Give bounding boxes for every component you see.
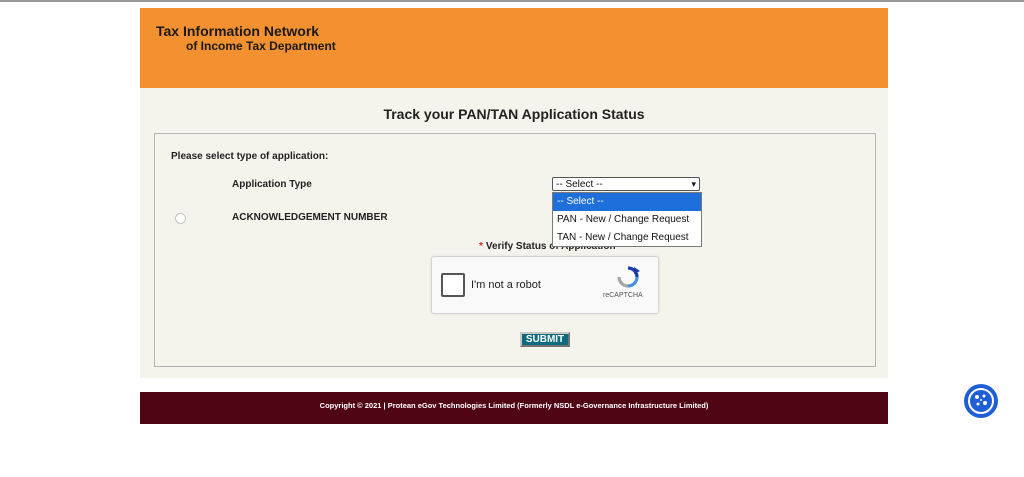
application-type-value: -- Select --	[556, 179, 603, 190]
select-prompt: Please select type of application:	[171, 151, 329, 162]
acknowledgement-label: ACKNOWLEDGEMENT NUMBER	[232, 212, 388, 223]
acknowledgement-radio[interactable]	[175, 213, 186, 224]
captcha-label: I'm not a robot	[471, 279, 541, 291]
captcha-brand: reCAPTCHA	[603, 292, 643, 299]
cookie-icon	[968, 388, 994, 414]
dropdown-option-tan[interactable]: TAN - New / Change Request	[553, 229, 701, 247]
dropdown-option-pan[interactable]: PAN - New / Change Request	[553, 211, 701, 229]
cookie-settings-button[interactable]	[964, 384, 998, 418]
recaptcha-widget: I'm not a robot reCAPTCHA	[431, 256, 659, 314]
page-title: Track your PAN/TAN Application Status	[383, 106, 645, 122]
dropdown-option-select[interactable]: -- Select --	[553, 193, 701, 211]
top-border	[0, 0, 1024, 2]
brand-subtitle: of Income Tax Department	[186, 39, 336, 53]
status-form: Please select type of application: Appli…	[154, 133, 876, 367]
page-container: Tax Information Network of Income Tax De…	[140, 8, 888, 378]
submit-button[interactable]: SUBMIT	[520, 332, 570, 347]
application-type-select[interactable]: -- Select -- ▾	[552, 177, 700, 191]
recaptcha-logo-icon	[617, 266, 640, 288]
main-content: Track your PAN/TAN Application Status Pl…	[140, 88, 888, 378]
captcha-checkbox[interactable]	[441, 273, 465, 297]
application-type-dropdown: -- Select -- PAN - New / Change Request …	[552, 192, 702, 247]
brand-title: Tax Information Network	[156, 23, 320, 39]
site-footer: Copyright © 2021 | Protean eGov Technolo…	[140, 392, 888, 424]
chevron-down-icon: ▾	[691, 179, 696, 189]
application-type-label: Application Type	[232, 179, 312, 190]
required-star: *	[479, 241, 483, 252]
site-header: Tax Information Network of Income Tax De…	[140, 8, 888, 88]
